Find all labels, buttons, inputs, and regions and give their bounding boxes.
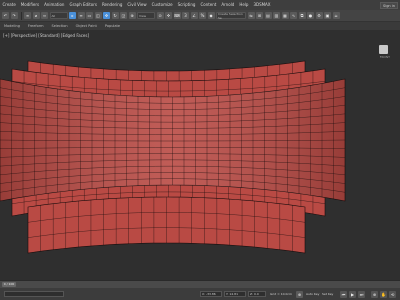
menu-animation[interactable]: Animation [42, 0, 67, 10]
maxscript-listener-field[interactable] [4, 291, 64, 297]
select-move-icon[interactable]: ✥ [103, 12, 110, 19]
toolbar-separator [21, 11, 22, 20]
align-icon[interactable]: ⊞ [256, 12, 263, 19]
go-to-start-icon[interactable]: ⏮ [340, 290, 347, 298]
x-coordinate-field[interactable]: X: -33.86 [200, 291, 222, 297]
3dsmax-window: Create Modifiers Animation Graph Editors… [0, 0, 400, 300]
viewport-canvas[interactable] [0, 31, 400, 280]
toggle-ribbon-icon[interactable]: ▦ [281, 12, 289, 19]
menu-scripting[interactable]: Scripting [175, 0, 198, 10]
y-coordinate-field[interactable]: Y: 14.81 [224, 291, 246, 297]
schematic-view-icon[interactable]: ⧉ [298, 12, 306, 19]
menu-bar: Create Modifiers Animation Graph Editors… [0, 0, 400, 10]
angle-snap-icon[interactable]: ∠ [190, 12, 198, 19]
play-icon[interactable]: ▶ [349, 290, 356, 298]
tab-selection[interactable]: Selection [52, 24, 68, 28]
select-scale-icon[interactable]: ◲ [120, 12, 127, 19]
spinner-snap-icon[interactable]: ◆ [207, 12, 215, 19]
tab-populate[interactable]: Populate [105, 24, 120, 28]
menu-civil-view[interactable]: Civil View [125, 0, 149, 10]
ribbon-tabs: Modeling Freeform Selection Object Paint… [0, 22, 400, 31]
main-toolbar: ↶ ↷ ∞ ⌀ ≈ All ▸ ≡ ▭ ◫ ✥ ↻ ◲ ⊕ View ⊙ ✣ ⌨… [0, 10, 400, 22]
add-time-tag-icon[interactable]: ⊕ [296, 290, 303, 298]
menu-create[interactable]: Create [0, 0, 18, 10]
keyboard-shortcut-icon[interactable]: ⌨ [173, 12, 181, 19]
material-editor-icon[interactable]: ● [307, 12, 314, 19]
pivot-center-icon[interactable]: ⊙ [156, 12, 164, 19]
snaps-toggle-icon[interactable]: 3 [182, 12, 189, 19]
menu-customize[interactable]: Customize [149, 0, 175, 10]
percent-snap-icon[interactable]: % [199, 12, 206, 19]
setkey-button[interactable]: Set Key [322, 291, 333, 297]
placement-icon[interactable]: ⊕ [128, 12, 136, 19]
orbit-icon[interactable]: ⟲ [389, 290, 396, 298]
z-coordinate-field[interactable]: Z: 0.0 [248, 291, 266, 297]
go-to-end-icon[interactable]: ⏭ [358, 290, 365, 298]
menu-modifiers[interactable]: Modifiers [18, 0, 41, 10]
perspective-viewport[interactable]: [+] [Perspective] [Standard] [Edged Face… [0, 31, 400, 280]
mirror-icon[interactable]: ⇋ [247, 12, 255, 19]
front-panel[interactable] [0, 78, 346, 202]
tab-object-paint[interactable]: Object Paint [76, 24, 97, 28]
grid-size-readout: Grid = 10.0cm [270, 292, 292, 296]
reference-coordinate-dropdown[interactable]: View [137, 12, 155, 19]
status-line: X: -33.86 Y: 14.81 Z: 0.0 Grid = 10.0cm … [0, 289, 400, 300]
bottom-panel[interactable] [27, 196, 306, 254]
viewcube-icon[interactable] [379, 45, 388, 54]
menu-3dsmax[interactable]: 3DSMAX [251, 0, 273, 10]
time-slider-thumb[interactable]: 0 / 100 [2, 282, 16, 287]
select-object-icon[interactable]: ▸ [69, 12, 76, 19]
select-by-name-icon[interactable]: ≡ [77, 12, 85, 19]
undo-icon[interactable]: ↶ [2, 12, 9, 19]
select-rotate-icon[interactable]: ↻ [111, 12, 119, 19]
viewport-label[interactable]: [+] [Perspective] [Standard] [Edged Face… [3, 33, 89, 38]
sign-in-button[interactable]: Sign in [380, 1, 398, 9]
tab-modeling[interactable]: Modeling [4, 24, 20, 28]
autokey-button[interactable]: Auto Key [306, 291, 319, 297]
menu-help[interactable]: Help [237, 0, 251, 10]
rendered-frame-window-icon[interactable]: ▣ [324, 12, 331, 19]
selection-set-dropdown[interactable]: Create Selection Se [216, 12, 246, 20]
toggle-scene-explorer-icon[interactable]: ▤ [264, 12, 272, 19]
menu-arnold[interactable]: Arnold [219, 0, 237, 10]
menu-content[interactable]: Content [198, 0, 219, 10]
render-production-icon[interactable]: ☕ [332, 12, 340, 19]
curved-panel-meshes [0, 60, 346, 254]
pan-view-icon[interactable]: ✋ [380, 290, 387, 298]
rect-selection-icon[interactable]: ▭ [86, 12, 93, 19]
render-setup-icon[interactable]: ⚙ [315, 12, 323, 19]
viewcube-face-label[interactable]: FRONT [380, 55, 390, 59]
menu-rendering[interactable]: Rendering [99, 0, 124, 10]
bind-space-warp-icon[interactable]: ≈ [41, 12, 48, 19]
window-crossing-icon[interactable]: ◫ [94, 12, 102, 19]
curve-editor-icon[interactable]: ∿ [290, 12, 297, 19]
zoom-extents-icon[interactable]: ⊕ [371, 290, 378, 298]
select-manipulate-icon[interactable]: ✣ [165, 12, 172, 19]
tab-freeform[interactable]: Freeform [28, 24, 44, 28]
toggle-layer-explorer-icon[interactable]: ▥ [273, 12, 280, 19]
menu-graph-editors[interactable]: Graph Editors [67, 0, 99, 10]
status-bar: 0 / 100 X: -33.86 Y: 14.81 Z: 0.0 Grid =… [0, 280, 400, 300]
unlink-icon[interactable]: ⌀ [32, 12, 40, 19]
link-icon[interactable]: ∞ [24, 12, 31, 19]
redo-icon[interactable]: ↷ [10, 12, 18, 19]
time-slider[interactable]: 0 / 100 [0, 281, 400, 288]
selection-filter-dropdown[interactable]: All [49, 12, 68, 19]
